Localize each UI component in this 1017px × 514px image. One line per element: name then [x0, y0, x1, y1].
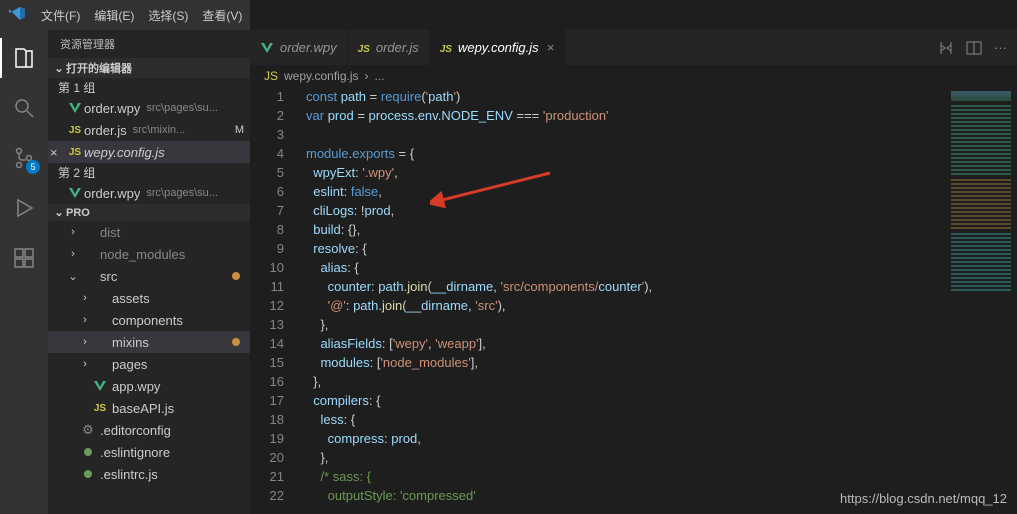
tree-label: app.wpy [112, 379, 160, 394]
app-logo [0, 7, 34, 23]
chevron-icon[interactable]: › [78, 336, 92, 348]
tree-label: .eslintignore [100, 445, 170, 460]
open-editor-item[interactable]: × JSwepy.config.js [48, 141, 250, 163]
chevron-icon[interactable]: › [78, 314, 92, 326]
tree-item[interactable]: JS baseAPI.js [48, 397, 250, 419]
file-icon: JS [440, 40, 452, 55]
tree-item[interactable]: › node_modules [48, 243, 250, 265]
explorer-icon[interactable] [0, 38, 48, 78]
file-label: order.wpy [84, 101, 140, 116]
file-label: wepy.config.js [84, 145, 165, 160]
sidebar-title: 资源管理器 [48, 30, 250, 58]
compare-icon[interactable] [938, 40, 954, 56]
file-icon: JS [66, 147, 84, 158]
watermark: https://blog.csdn.net/mqq_12 [840, 491, 1007, 506]
close-icon[interactable]: × [50, 145, 58, 160]
tree-label: src [100, 269, 117, 284]
tree-item[interactable]: .eslintignore [48, 441, 250, 463]
project-section[interactable]: ⌄PRO [48, 204, 250, 221]
tree-label: mixins [112, 335, 149, 350]
chevron-icon[interactable]: › [78, 358, 92, 370]
source-control-icon[interactable]: 5 [0, 138, 48, 178]
breadcrumb[interactable]: JS wepy.config.js › ... [250, 65, 1017, 87]
tree-icon: JS [92, 403, 108, 414]
tree-item[interactable]: › dist [48, 221, 250, 243]
extensions-icon[interactable] [0, 238, 48, 278]
file-icon: JS [358, 40, 370, 55]
file-icon [66, 186, 84, 200]
tree-label: .eslintrc.js [100, 467, 158, 482]
chevron-icon[interactable]: › [78, 292, 92, 304]
chevron-icon[interactable]: › [66, 226, 80, 238]
tree-item[interactable]: .eslintrc.js [48, 463, 250, 485]
menu-view[interactable]: 查看(V) [195, 7, 249, 24]
editor-area: order.wpy JS order.js JS wepy.config.js × ···… [250, 0, 1017, 514]
editor-tab[interactable]: order.wpy [250, 30, 348, 65]
modified-dot [232, 338, 240, 346]
file-label: order.js [84, 123, 127, 138]
open-editors-section[interactable]: ⌄打开的编辑器 [48, 58, 250, 78]
close-icon[interactable]: × [547, 40, 555, 55]
menu-file[interactable]: 文件(F) [34, 7, 87, 24]
group-2-label: 第 2 组 [48, 163, 250, 182]
tree-item[interactable]: ⚙ .editorconfig [48, 419, 250, 441]
chevron-icon[interactable]: › [66, 248, 80, 260]
tree-icon [80, 446, 96, 458]
open-editor-item[interactable]: JSorder.jssrc\mixin...M [48, 119, 250, 141]
tree-label: .editorconfig [100, 423, 171, 438]
tree-label: assets [112, 291, 150, 306]
tree-icon: ⚙ [80, 422, 96, 438]
activity-bar: 5 [0, 0, 48, 514]
file-icon: JS [66, 125, 84, 136]
group-1-label: 第 1 组 [48, 78, 250, 97]
run-debug-icon[interactable] [0, 188, 48, 228]
file-icon [66, 101, 84, 115]
minimap[interactable] [937, 87, 1017, 514]
tree-label: components [112, 313, 183, 328]
editor-tab[interactable]: JS order.js [348, 30, 430, 65]
tab-label: order.wpy [280, 40, 337, 55]
tab-bar: order.wpy JS order.js JS wepy.config.js × ··· [250, 30, 1017, 65]
tree-item[interactable]: ⌄ src [48, 265, 250, 287]
more-icon[interactable]: ··· [994, 40, 1007, 55]
open-editor-item[interactable]: order.wpysrc\pages\su... [48, 182, 250, 204]
tree-icon [92, 379, 108, 393]
tree-label: dist [100, 225, 120, 240]
tree-item[interactable]: › assets [48, 287, 250, 309]
file-icon [260, 41, 274, 55]
tree-item[interactable]: app.wpy [48, 375, 250, 397]
tree-label: baseAPI.js [112, 401, 174, 416]
chevron-icon[interactable]: ⌄ [66, 270, 80, 283]
modified-dot [232, 272, 240, 280]
menu-select[interactable]: 选择(S) [141, 7, 195, 24]
tree-label: pages [112, 357, 147, 372]
code-editor[interactable]: 12345678910111213141516171819202122 cons… [250, 87, 1017, 514]
split-editor-icon[interactable] [966, 40, 982, 56]
explorer-sidebar: 资源管理器 ⌄打开的编辑器 第 1 组 order.wpysrc\pages\s… [48, 0, 250, 514]
tab-label: wepy.config.js [458, 40, 539, 55]
tree-item[interactable]: › mixins [48, 331, 250, 353]
tree-item[interactable]: › pages [48, 353, 250, 375]
scm-badge: 5 [26, 160, 40, 174]
open-editor-item[interactable]: order.wpysrc\pages\su... [48, 97, 250, 119]
tree-item[interactable]: › components [48, 309, 250, 331]
tree-label: node_modules [100, 247, 185, 262]
tab-label: order.js [376, 40, 419, 55]
menu-edit[interactable]: 编辑(E) [87, 7, 141, 24]
tree-icon [80, 468, 96, 480]
file-label: order.wpy [84, 186, 140, 201]
editor-tab[interactable]: JS wepy.config.js × [430, 30, 566, 65]
search-icon[interactable] [0, 88, 48, 128]
